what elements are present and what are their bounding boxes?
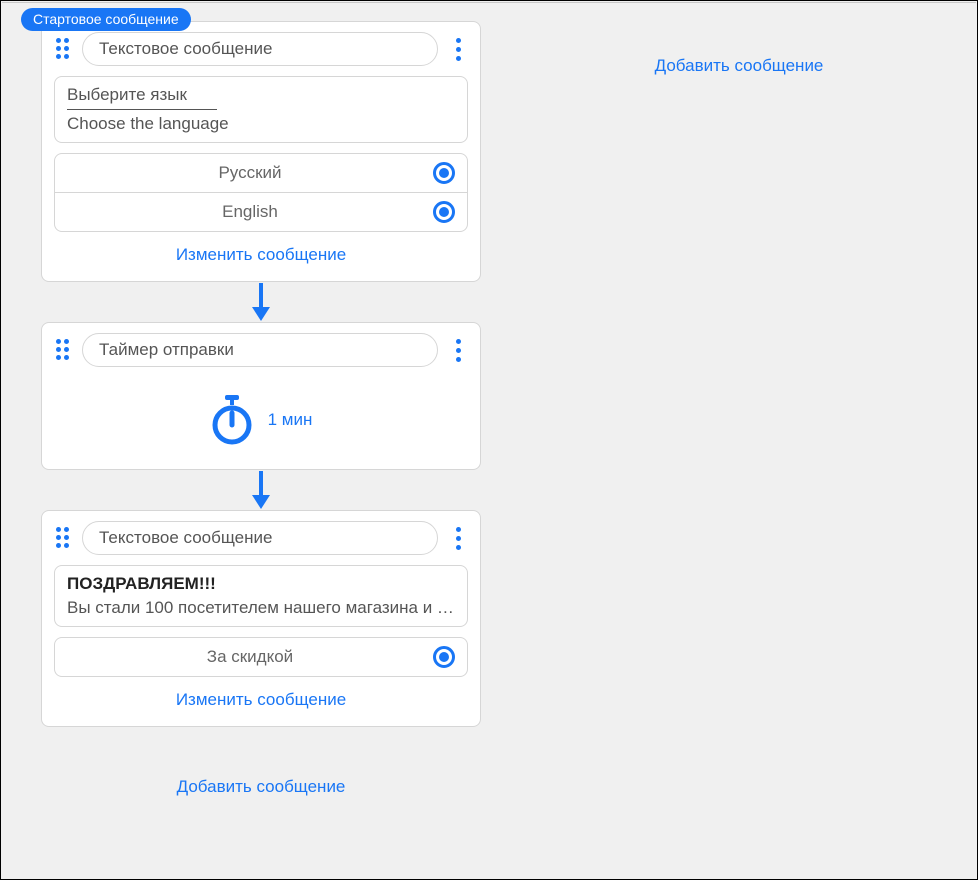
divider xyxy=(67,109,217,110)
card-header: Текстовое сообщение xyxy=(54,521,468,555)
option-row-discount[interactable]: За скидкой xyxy=(54,637,468,677)
timer-value: 1 мин xyxy=(268,410,313,430)
edit-message-link[interactable]: Изменить сообщение xyxy=(54,231,468,271)
flow-arrow xyxy=(41,282,481,322)
card-header: Текстовое сообщение xyxy=(54,32,468,66)
option-label: За скидкой xyxy=(67,647,433,667)
card-menu-icon[interactable] xyxy=(448,38,468,61)
add-message-bottom[interactable]: Добавить сообщение xyxy=(41,777,481,797)
right-panel: Добавить сообщение xyxy=(501,1,977,879)
options-group: Русский English xyxy=(54,153,468,232)
flow-editor-canvas: Стартовое сообщение Текстовое сообщение … xyxy=(0,0,978,880)
start-message-badge: Стартовое сообщение xyxy=(21,8,191,31)
option-row-english[interactable]: English xyxy=(54,192,468,232)
timer-display: 1 мин xyxy=(54,377,468,459)
message-content[interactable]: ПОЗДРАВЛЯЕМ!!! Вы стали 100 посетителем … xyxy=(54,565,468,627)
flow-arrow xyxy=(41,470,481,510)
timer-card: Таймер отправки 1 мин xyxy=(41,322,481,470)
content-line-2: Choose the language xyxy=(67,114,455,134)
edit-message-link[interactable]: Изменить сообщение xyxy=(54,676,468,716)
drag-handle-icon[interactable] xyxy=(54,341,72,359)
option-label: Русский xyxy=(67,163,433,183)
message-type-select[interactable]: Таймер отправки xyxy=(82,333,438,367)
flow-column: Стартовое сообщение Текстовое сообщение … xyxy=(1,1,501,879)
card-menu-icon[interactable] xyxy=(448,339,468,362)
content-line-1: Выберите язык xyxy=(67,85,455,105)
add-message-link[interactable]: Добавить сообщение xyxy=(177,777,346,796)
radio-icon[interactable] xyxy=(433,162,455,184)
option-label: English xyxy=(67,202,433,222)
drag-handle-icon[interactable] xyxy=(54,40,72,58)
add-message-right[interactable]: Добавить сообщение xyxy=(655,56,824,75)
content-bold: ПОЗДРАВЛЯЕМ!!! xyxy=(67,574,455,594)
message-type-select[interactable]: Текстовое сообщение xyxy=(82,521,438,555)
radio-icon[interactable] xyxy=(433,646,455,668)
card-header: Таймер отправки xyxy=(54,333,468,367)
message-type-select[interactable]: Текстовое сообщение xyxy=(82,32,438,66)
stopwatch-icon xyxy=(210,395,254,445)
content-body: Вы стали 100 посетителем нашего магазина… xyxy=(67,598,455,618)
drag-handle-icon[interactable] xyxy=(54,529,72,547)
message-card-1: Текстовое сообщение Выберите язык Choose… xyxy=(41,21,481,282)
message-content[interactable]: Выберите язык Choose the language xyxy=(54,76,468,143)
radio-icon[interactable] xyxy=(433,201,455,223)
option-row-russian[interactable]: Русский xyxy=(54,153,468,193)
message-card-2: Текстовое сообщение ПОЗДРАВЛЯЕМ!!! Вы ст… xyxy=(41,510,481,727)
card-menu-icon[interactable] xyxy=(448,527,468,550)
